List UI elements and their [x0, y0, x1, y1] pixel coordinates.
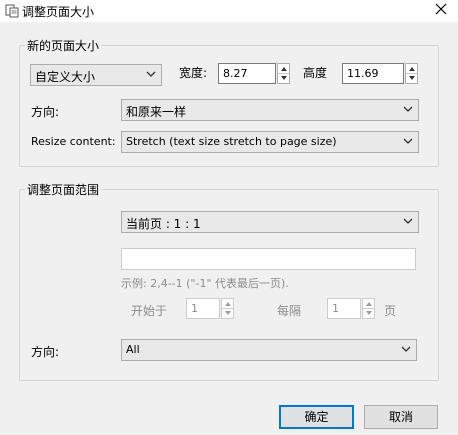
resize-content-label: Resize content:: [31, 135, 116, 148]
ok-button[interactable]: 确定: [279, 405, 354, 429]
orientation-value: 和原来一样: [126, 105, 187, 119]
page-range-dropdown[interactable]: 当前页 : 1 : 1: [121, 211, 419, 233]
resize-content-value: Stretch (text size stretch to page size): [126, 135, 337, 148]
orientation-label: 方向:: [31, 105, 60, 119]
width-value: 8.27: [223, 67, 248, 80]
height-input[interactable]: 11.69: [342, 63, 404, 84]
every-spinner[interactable]: [362, 298, 375, 319]
spin-down-icon[interactable]: [222, 309, 233, 318]
width-spinner[interactable]: [277, 63, 290, 84]
page-size-preset-dropdown[interactable]: 自定义大小: [30, 64, 162, 86]
resize-page-app-icon: [5, 4, 19, 18]
new-size-legend: 新的页面大小: [25, 37, 102, 54]
spin-up-icon[interactable]: [363, 299, 374, 309]
cancel-button[interactable]: 取消: [364, 405, 438, 429]
close-icon[interactable]: [434, 2, 448, 16]
height-value: 11.69: [347, 67, 379, 80]
spin-up-icon[interactable]: [222, 299, 233, 309]
spin-up-icon[interactable]: [406, 64, 417, 74]
orientation-dropdown[interactable]: 和原来一样: [121, 99, 419, 121]
chevron-down-icon: [401, 346, 411, 352]
range-orientation-dropdown[interactable]: All: [121, 339, 417, 361]
page-range-value: 当前页 : 1 : 1: [126, 217, 201, 231]
page-range-legend: 调整页面范围: [25, 181, 102, 198]
spin-down-icon[interactable]: [406, 74, 417, 83]
page-range-input[interactable]: [121, 248, 416, 270]
page-range-example-text: 示例: 2,4--1 ("-1" 代表最后一页).: [121, 277, 289, 290]
start-at-spinner[interactable]: [221, 298, 234, 319]
page-unit-label: 页: [384, 304, 397, 318]
width-label: 宽度:: [179, 66, 208, 80]
chevron-down-icon: [403, 218, 413, 224]
spin-down-icon[interactable]: [278, 74, 289, 83]
chevron-down-icon: [146, 71, 156, 77]
every-input[interactable]: 1: [327, 298, 361, 319]
every-value: 1: [332, 302, 339, 315]
range-orientation-label: 方向:: [31, 345, 60, 359]
start-at-input[interactable]: 1: [186, 298, 220, 319]
chevron-down-icon: [403, 106, 413, 112]
height-label: 高度: [303, 66, 328, 80]
spin-down-icon[interactable]: [363, 309, 374, 318]
width-input[interactable]: 8.27: [218, 63, 276, 84]
chevron-down-icon: [403, 138, 413, 144]
height-spinner[interactable]: [405, 63, 418, 84]
range-orientation-value: All: [126, 343, 140, 356]
resize-content-dropdown[interactable]: Stretch (text size stretch to page size): [121, 131, 419, 153]
spin-up-icon[interactable]: [278, 64, 289, 74]
page-size-preset-value: 自定义大小: [35, 70, 96, 84]
every-label: 每隔: [277, 304, 302, 318]
window-title: 调整页面大小: [22, 5, 95, 19]
start-at-label: 开始于: [131, 304, 168, 318]
start-at-value: 1: [191, 302, 198, 315]
